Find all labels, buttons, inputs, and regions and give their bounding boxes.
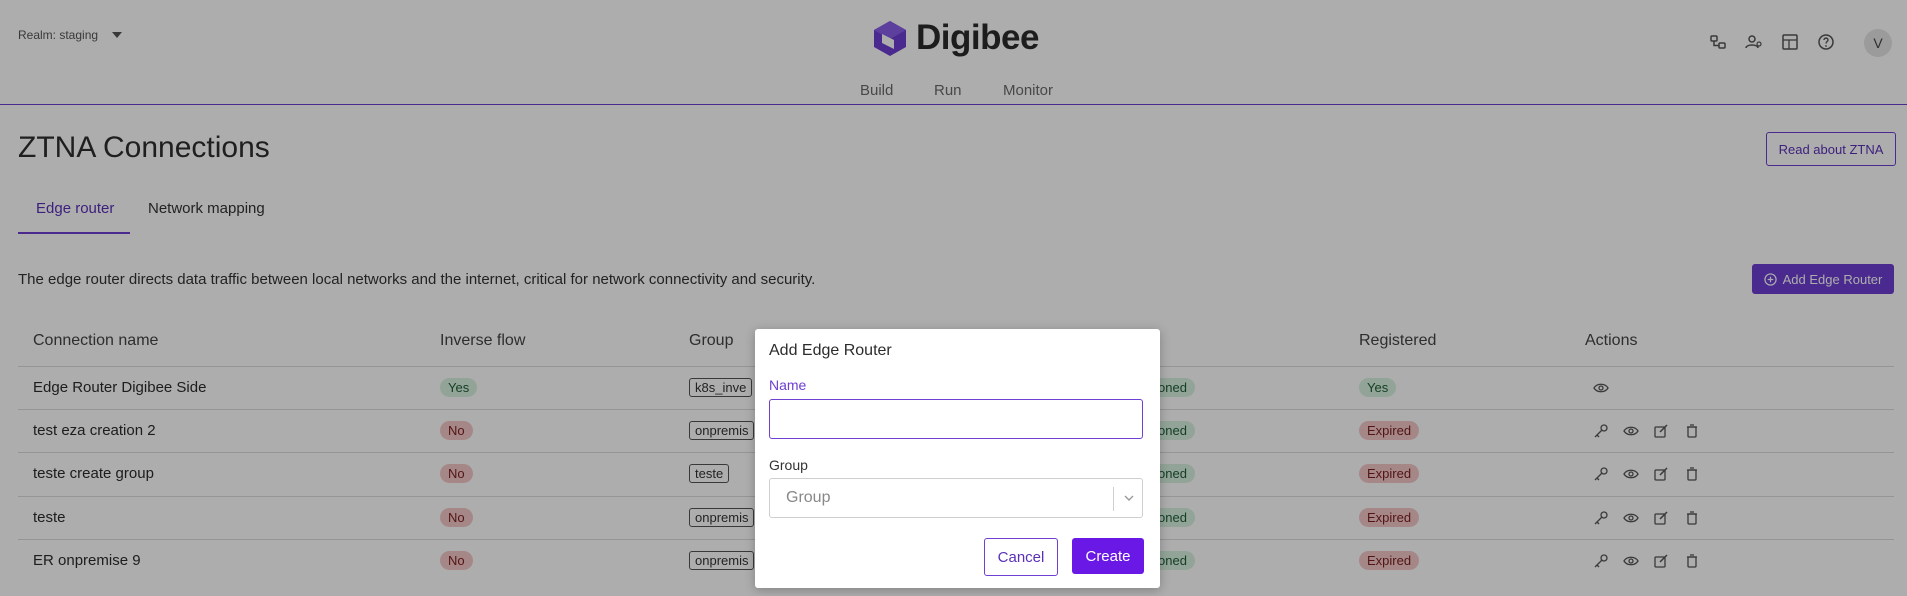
select-separator <box>1113 487 1114 511</box>
chevron-down-icon <box>1124 495 1134 501</box>
cancel-button[interactable]: Cancel <box>984 538 1058 576</box>
group-label: Group <box>769 457 808 473</box>
name-label: Name <box>769 377 807 393</box>
group-select[interactable]: Group <box>769 478 1143 518</box>
name-input[interactable] <box>769 399 1143 439</box>
dialog-title: Add Edge Router <box>769 342 892 359</box>
group-placeholder: Group <box>786 489 831 506</box>
add-edge-router-dialog: Add Edge Router Name Group Group Cancel … <box>755 329 1160 588</box>
create-button[interactable]: Create <box>1072 538 1144 574</box>
